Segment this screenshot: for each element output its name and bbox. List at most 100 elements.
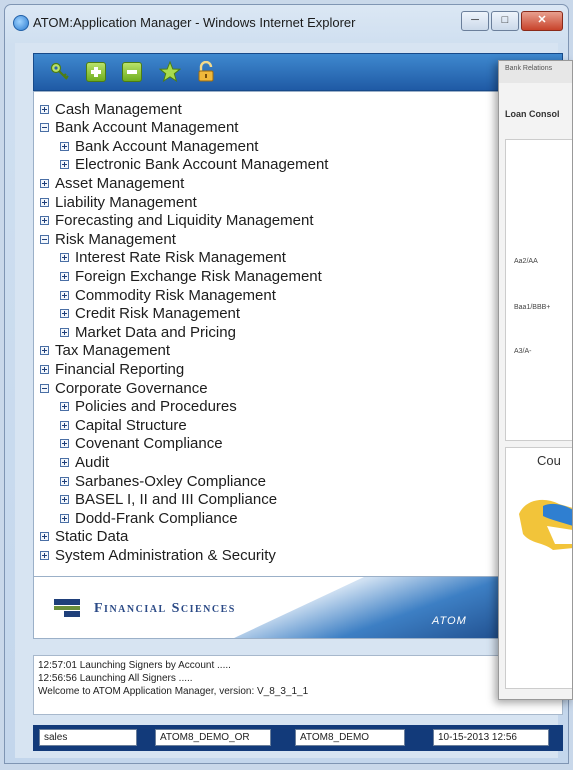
brand-name: Financial Sciences <box>94 601 236 616</box>
ratings-panel: Aa2/AA Baa1/BBB+ A3/A- <box>505 139 572 441</box>
lock-icon[interactable] <box>194 60 218 84</box>
expand-toggle-icon[interactable] <box>60 290 69 300</box>
tree-node[interactable]: Electronic Bank Account Management <box>60 156 328 174</box>
tree-node-label: Interest Rate Risk Management <box>75 249 286 267</box>
collapse-toggle-icon[interactable] <box>40 383 49 393</box>
collapse-minus-icon[interactable] <box>120 60 144 84</box>
expand-toggle-icon[interactable] <box>60 160 69 170</box>
expand-toggle-icon[interactable] <box>60 420 69 430</box>
tree-node-label: BASEL I, II and III Compliance <box>75 491 278 509</box>
tree-node-label: Covenant Compliance <box>75 435 223 453</box>
tree-node-label: Policies and Procedures <box>75 398 237 416</box>
tree-node-label: Sarbanes-Oxley Compliance <box>75 472 266 490</box>
report-window-title: Bank Relations <box>499 61 572 83</box>
tree-node[interactable]: Audit <box>60 453 109 471</box>
collapse-toggle-icon[interactable] <box>40 234 49 244</box>
expand-toggle-icon[interactable] <box>40 104 49 114</box>
tree-node-label: Commodity Risk Management <box>75 286 276 304</box>
rating-label: Aa2/AA <box>514 258 538 265</box>
tree-node-label: Risk Management <box>55 230 176 248</box>
tree-node-label: Market Data and Pricing <box>75 323 236 341</box>
log-line: 12:56:56 Launching All Signers ..... <box>38 673 193 684</box>
tree-node[interactable]: Foreign Exchange Risk Management <box>60 267 322 285</box>
tree-node-label: Dodd-Frank Compliance <box>75 509 238 527</box>
tree-node[interactable]: Liability Management <box>40 193 197 211</box>
tree-node-label: System Administration & Security <box>55 546 276 564</box>
expand-toggle-icon[interactable] <box>40 178 49 188</box>
status-bar: sales ATOM8_DEMO_OR ATOM8_DEMO 10-15-201… <box>33 725 563 751</box>
log-line: Welcome to ATOM Application Manager, ver… <box>38 686 309 697</box>
tree-node[interactable]: Tax Management <box>40 342 170 360</box>
tree-node[interactable]: BASEL I, II and III Compliance <box>60 491 277 509</box>
tree-node-label: Bank Account Management <box>55 119 239 137</box>
tree-node[interactable]: Corporate Governance <box>40 379 208 397</box>
tree-node-label: Audit <box>75 453 110 471</box>
tree-node-label: Bank Account Management <box>75 137 259 155</box>
tree-node[interactable]: Sarbanes-Oxley Compliance <box>60 472 266 490</box>
title-bar[interactable]: ATOM:Application Manager - Windows Inter… <box>5 5 568 43</box>
minimize-button[interactable]: ─ <box>461 11 489 31</box>
rating-label: Baa1/BBB+ <box>514 304 551 311</box>
tree-node-label: Credit Risk Management <box>75 305 241 323</box>
tree-node[interactable]: Asset Management <box>40 174 184 192</box>
tree-node[interactable]: Bank Account Management <box>40 119 238 137</box>
tree-node-label: Cash Management <box>55 100 182 118</box>
tree-node[interactable]: Interest Rate Risk Management <box>60 249 286 267</box>
star-icon[interactable] <box>158 60 182 84</box>
tree-node[interactable]: Cash Management <box>40 100 182 118</box>
expand-toggle-icon[interactable] <box>60 513 69 523</box>
expand-toggle-icon[interactable] <box>60 141 69 151</box>
expand-toggle-icon[interactable] <box>40 197 49 207</box>
toolbar <box>33 53 563 91</box>
tree-node[interactable]: Static Data <box>40 528 128 546</box>
expand-toggle-icon[interactable] <box>60 309 69 319</box>
tree-node[interactable]: Dodd-Frank Compliance <box>60 509 238 527</box>
expand-toggle-icon[interactable] <box>40 550 49 560</box>
tree-node[interactable]: Covenant Compliance <box>60 435 223 453</box>
tree-node-label: Foreign Exchange Risk Management <box>75 267 322 285</box>
expand-toggle-icon[interactable] <box>60 402 69 412</box>
expand-toggle-icon[interactable] <box>40 216 49 226</box>
country-panel <box>505 447 572 689</box>
tree-node[interactable]: Bank Account Management <box>60 137 258 155</box>
expand-toggle-icon[interactable] <box>40 346 49 356</box>
tree-node-label: Forecasting and Liquidity Management <box>55 212 314 230</box>
expand-toggle-icon[interactable] <box>60 271 69 281</box>
window-title: ATOM:Application Manager - Windows Inter… <box>33 15 356 30</box>
expand-toggle-icon[interactable] <box>60 439 69 449</box>
tree-node[interactable]: Market Data and Pricing <box>60 323 236 341</box>
expand-toggle-icon[interactable] <box>60 457 69 467</box>
tree-node[interactable]: Commodity Risk Management <box>60 286 276 304</box>
tree-node[interactable]: Policies and Procedures <box>60 398 237 416</box>
expand-plus-icon[interactable] <box>84 60 108 84</box>
tree-node-label: Tax Management <box>55 342 171 360</box>
expand-toggle-icon[interactable] <box>60 495 69 505</box>
collapse-toggle-icon[interactable] <box>40 123 49 133</box>
expand-toggle-icon[interactable] <box>60 253 69 263</box>
financial-sciences-logo-icon <box>54 599 80 617</box>
expand-toggle-icon[interactable] <box>60 476 69 486</box>
status-database-or: ATOM8_DEMO_OR <box>155 729 271 746</box>
tree-node[interactable]: Financial Reporting <box>40 360 184 378</box>
tree-node[interactable]: Risk Management <box>40 230 176 248</box>
atom-logo: ATOM <box>432 615 467 627</box>
expand-toggle-icon[interactable] <box>60 327 69 337</box>
tree-node-label: Capital Structure <box>75 416 187 434</box>
tree-node[interactable]: System Administration & Security <box>40 546 276 564</box>
report-subtitle: Loan Consol <box>505 109 560 119</box>
tree-node-label: Asset Management <box>55 174 185 192</box>
tree-node[interactable]: Capital Structure <box>60 416 187 434</box>
tree-node-label: Liability Management <box>55 193 197 211</box>
tree-node[interactable]: Forecasting and Liquidity Management <box>40 212 314 230</box>
tree-node[interactable]: Credit Risk Management <box>60 305 240 323</box>
background-report-window[interactable]: Bank Relations Loan Consol Aa2/AA Baa1/B… <box>498 60 573 700</box>
status-database: ATOM8_DEMO <box>295 729 405 746</box>
status-user: sales <box>39 729 137 746</box>
expand-toggle-icon[interactable] <box>40 364 49 374</box>
expand-toggle-icon[interactable] <box>40 532 49 542</box>
rating-label: A3/A- <box>514 348 532 355</box>
key-icon[interactable] <box>48 60 72 84</box>
close-button[interactable]: ✕ <box>521 11 563 31</box>
tree-node-label: Corporate Governance <box>55 379 208 397</box>
maximize-button[interactable]: □ <box>491 11 519 31</box>
